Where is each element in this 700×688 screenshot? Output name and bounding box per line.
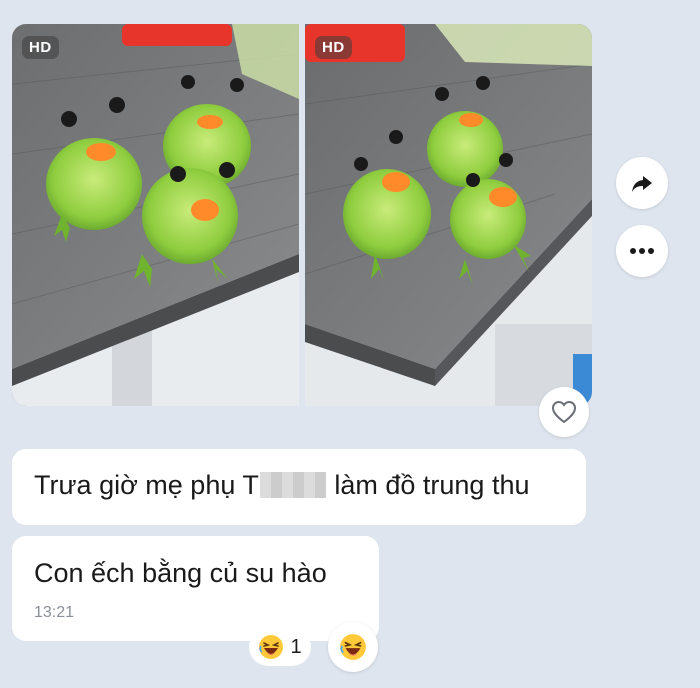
forward-button[interactable] bbox=[616, 157, 668, 209]
more-horizontal-icon bbox=[630, 248, 654, 254]
reaction-count: 1 bbox=[290, 635, 302, 658]
message-timestamp: 13:21 bbox=[34, 604, 75, 621]
message-text-end: làm đồ trung thu bbox=[326, 470, 530, 500]
message-bubble[interactable]: Con ếch bằng củ su hào 13:21 bbox=[12, 536, 379, 641]
quick-reaction-button[interactable] bbox=[328, 622, 378, 672]
hd-badge: HD bbox=[315, 36, 352, 59]
message-text: Trưa giờ mẹ phụ T làm đồ trung thu bbox=[34, 470, 529, 501]
laughing-face-icon bbox=[340, 634, 366, 660]
laughing-face-icon bbox=[259, 635, 284, 659]
photo-kohlrabi-frogs-2[interactable]: HD bbox=[305, 24, 592, 406]
more-options-button[interactable] bbox=[616, 225, 668, 277]
chat-view: HD HD Trưa giờ mẹ phụ T làm đồ trung thu… bbox=[0, 0, 700, 688]
photo-image bbox=[12, 24, 299, 406]
photo-kohlrabi-frogs-1[interactable]: HD bbox=[12, 24, 299, 406]
redacted-name bbox=[259, 472, 326, 498]
message-text: Con ếch bằng củ su hào bbox=[34, 558, 327, 588]
message-text-start: Trưa giờ mẹ phụ T bbox=[34, 470, 259, 500]
photo-image bbox=[305, 24, 592, 406]
heart-outline-icon bbox=[551, 400, 577, 424]
hd-badge: HD bbox=[22, 36, 59, 59]
reaction-summary[interactable]: 1 bbox=[249, 628, 311, 666]
share-arrow-icon bbox=[632, 176, 652, 192]
message-bubble[interactable]: Trưa giờ mẹ phụ T làm đồ trung thu bbox=[12, 449, 586, 525]
react-heart-button[interactable] bbox=[539, 387, 589, 437]
